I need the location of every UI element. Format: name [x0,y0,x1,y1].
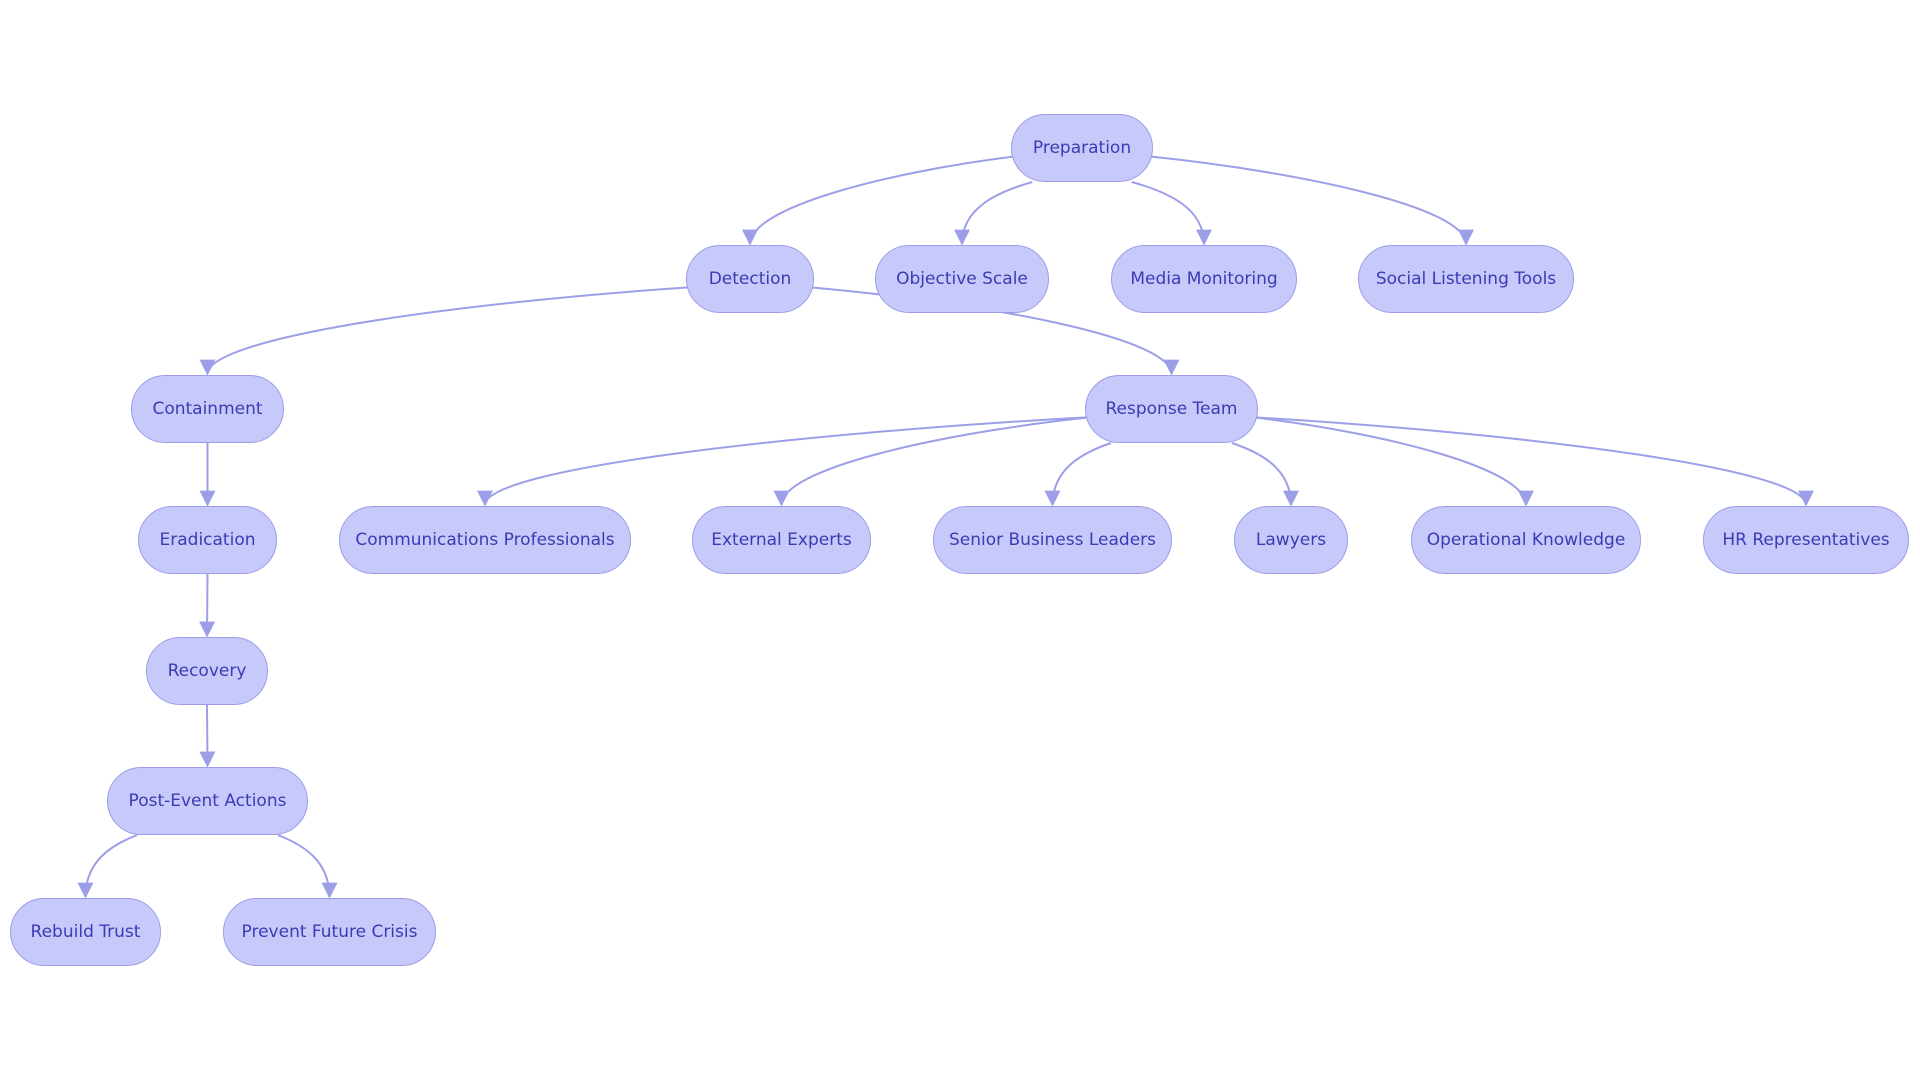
node-label: Lawyers [1255,530,1327,550]
node-label: Response Team [1105,399,1238,419]
node-media-monitoring[interactable]: Media Monitoring [1111,245,1297,313]
node-label: Recovery [167,661,247,681]
node-label: External Experts [711,530,852,550]
node-external-experts[interactable]: External Experts [692,506,871,574]
edge-preparation-to-detection [742,155,1018,246]
node-social-listening-tools[interactable]: Social Listening Tools [1358,245,1574,313]
node-label: Operational Knowledge [1426,530,1626,550]
node-hr-representatives[interactable]: HR Representatives [1703,506,1909,574]
node-response-team[interactable]: Response Team [1085,375,1258,443]
node-label: Communications Professionals [355,530,615,550]
node-label: Media Monitoring [1130,269,1278,289]
node-label: Objective Scale [896,269,1028,289]
edge-postevent-to-prevent [277,834,338,899]
edge-preparation-to-social [1146,155,1474,246]
edge-preparation-to-objective [954,181,1033,246]
node-detection[interactable]: Detection [686,245,814,313]
node-label: Detection [708,269,792,289]
node-label: Senior Business Leaders [948,530,1157,550]
edge-response-to-external [773,416,1092,507]
node-label: Preparation [1032,138,1132,158]
node-preparation[interactable]: Preparation [1011,114,1153,182]
node-label: Rebuild Trust [30,922,141,942]
node-label: HR Representatives [1722,530,1890,550]
edge-recovery-to-postevent [199,704,216,768]
node-rebuild-trust[interactable]: Rebuild Trust [10,898,161,966]
node-containment[interactable]: Containment [131,375,284,443]
node-operational-knowledge[interactable]: Operational Knowledge [1411,506,1641,574]
node-label: Containment [152,399,263,419]
node-eradication[interactable]: Eradication [138,506,277,574]
node-recovery[interactable]: Recovery [146,637,268,705]
node-prevent-future-crisis[interactable]: Prevent Future Crisis [223,898,436,966]
node-post-event-actions[interactable]: Post-Event Actions [107,767,308,835]
edge-postevent-to-rebuild [77,834,138,899]
node-label: Social Listening Tools [1375,269,1557,289]
edge-response-to-senior [1044,442,1112,507]
node-label: Post-Event Actions [128,791,287,811]
node-senior-business-leaders[interactable]: Senior Business Leaders [933,506,1172,574]
node-label: Eradication [159,530,256,550]
edge-detection-to-containment [199,286,693,376]
edge-response-to-lawyers [1231,442,1299,507]
node-communications-professionals[interactable]: Communications Professionals [339,506,631,574]
edge-response-to-operational [1251,416,1534,507]
edge-eradication-to-recovery [199,573,216,638]
node-objective-scale[interactable]: Objective Scale [875,245,1049,313]
node-label: Prevent Future Crisis [241,922,418,942]
edge-preparation-to-media [1131,181,1212,246]
node-lawyers[interactable]: Lawyers [1234,506,1348,574]
